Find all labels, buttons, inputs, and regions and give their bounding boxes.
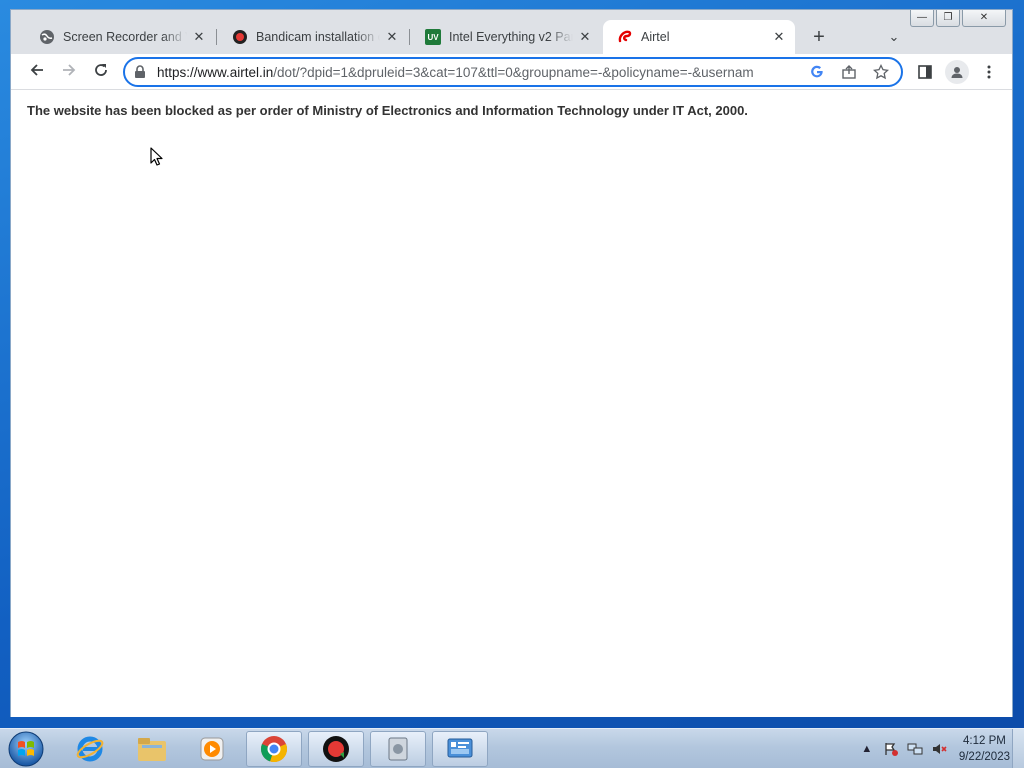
network-icon[interactable] [907, 741, 923, 757]
tab-title: Screen Recorder and Vid [63, 30, 187, 44]
restore-button[interactable]: ❐ [936, 10, 960, 27]
bookmark-star-icon[interactable] [869, 60, 893, 84]
close-tab-icon[interactable]: ✕ [191, 29, 207, 45]
volume-muted-icon[interactable] [931, 741, 947, 757]
close-tab-icon[interactable]: ✕ [577, 29, 593, 45]
clock-date: 9/22/2023 [958, 751, 1010, 763]
system-clock[interactable]: 4:12 PM 9/22/2023 [959, 733, 1010, 765]
tab-title: Intel Everything v2 Part [449, 30, 573, 44]
url-host: https://www.airtel.in [157, 64, 274, 80]
start-button[interactable] [6, 730, 46, 768]
control-panel-icon[interactable] [432, 731, 488, 767]
address-bar[interactable]: https://www.airtel.in/dot/?dpid=1&dprule… [123, 57, 903, 87]
system-tray: ▲ 4:12 PM 9/22/2023 [859, 729, 1010, 768]
browser-window: Screen Recorder and Vid ✕ Bandicam insta… [10, 9, 1013, 717]
close-window-button[interactable]: ✕ [962, 10, 1006, 27]
tab-strip: Screen Recorder and Vid ✕ Bandicam insta… [11, 10, 1012, 54]
window-controls: — ❐ ✕ [910, 10, 1006, 27]
clock-time: 4:12 PM [963, 735, 1006, 747]
taskbar: ▲ 4:12 PM 9/22/2023 [0, 728, 1024, 768]
url-text[interactable]: https://www.airtel.in/dot/?dpid=1&dprule… [157, 65, 797, 80]
media-player-icon[interactable] [184, 731, 240, 767]
more-menu-icon[interactable] [977, 60, 1001, 84]
google-lens-icon[interactable] [805, 60, 829, 84]
lock-icon[interactable] [133, 65, 147, 79]
new-tab-button[interactable]: + [808, 26, 830, 48]
tab-intel-everything[interactable]: UV Intel Everything v2 Part ✕ [411, 20, 601, 54]
airtel-icon [617, 29, 633, 45]
browser-toolbar: https://www.airtel.in/dot/?dpid=1&dprule… [11, 54, 1012, 90]
globe-icon [39, 29, 55, 45]
back-button[interactable] [25, 60, 49, 84]
bandicam-icon [232, 29, 248, 45]
url-path: /dot/?dpid=1&dpruleid=3&cat=107&ttl=0&gr… [273, 64, 754, 80]
close-tab-icon[interactable]: ✕ [771, 29, 787, 45]
action-center-flag-icon[interactable] [883, 741, 899, 757]
uv-badge: UV [427, 32, 439, 42]
app-icon[interactable] [370, 731, 426, 767]
close-tab-icon[interactable]: ✕ [384, 29, 400, 45]
bandicam-icon[interactable] [308, 731, 364, 767]
reload-button[interactable] [89, 60, 113, 84]
tab-separator [216, 29, 217, 45]
page-content: The website has been blocked as per orde… [11, 90, 1012, 717]
internet-explorer-icon[interactable] [62, 731, 118, 767]
share-icon[interactable] [837, 60, 861, 84]
file-explorer-icon[interactable] [124, 731, 180, 767]
tab-separator [409, 29, 410, 45]
forward-button[interactable] [57, 60, 81, 84]
tab-title: Airtel [641, 30, 670, 44]
side-panel-icon[interactable] [913, 60, 937, 84]
chrome-icon[interactable] [246, 731, 302, 767]
show-desktop-button[interactable] [1012, 729, 1024, 768]
profile-avatar-icon[interactable] [945, 60, 969, 84]
tab-bandicam[interactable]: Bandicam installation co ✕ [218, 20, 408, 54]
uv-icon: UV [425, 29, 441, 45]
show-hidden-icons-arrow-icon[interactable]: ▲ [859, 741, 875, 757]
tab-screen-recorder[interactable]: Screen Recorder and Vid ✕ [25, 20, 215, 54]
tab-search-chevron-icon[interactable]: ⌄ [885, 28, 903, 46]
tab-title: Bandicam installation co [256, 30, 380, 44]
mouse-pointer-icon [150, 147, 164, 172]
minimize-button[interactable]: — [910, 10, 934, 27]
blocked-message: The website has been blocked as per orde… [27, 103, 748, 118]
tab-airtel[interactable]: Airtel ✕ [603, 20, 795, 54]
